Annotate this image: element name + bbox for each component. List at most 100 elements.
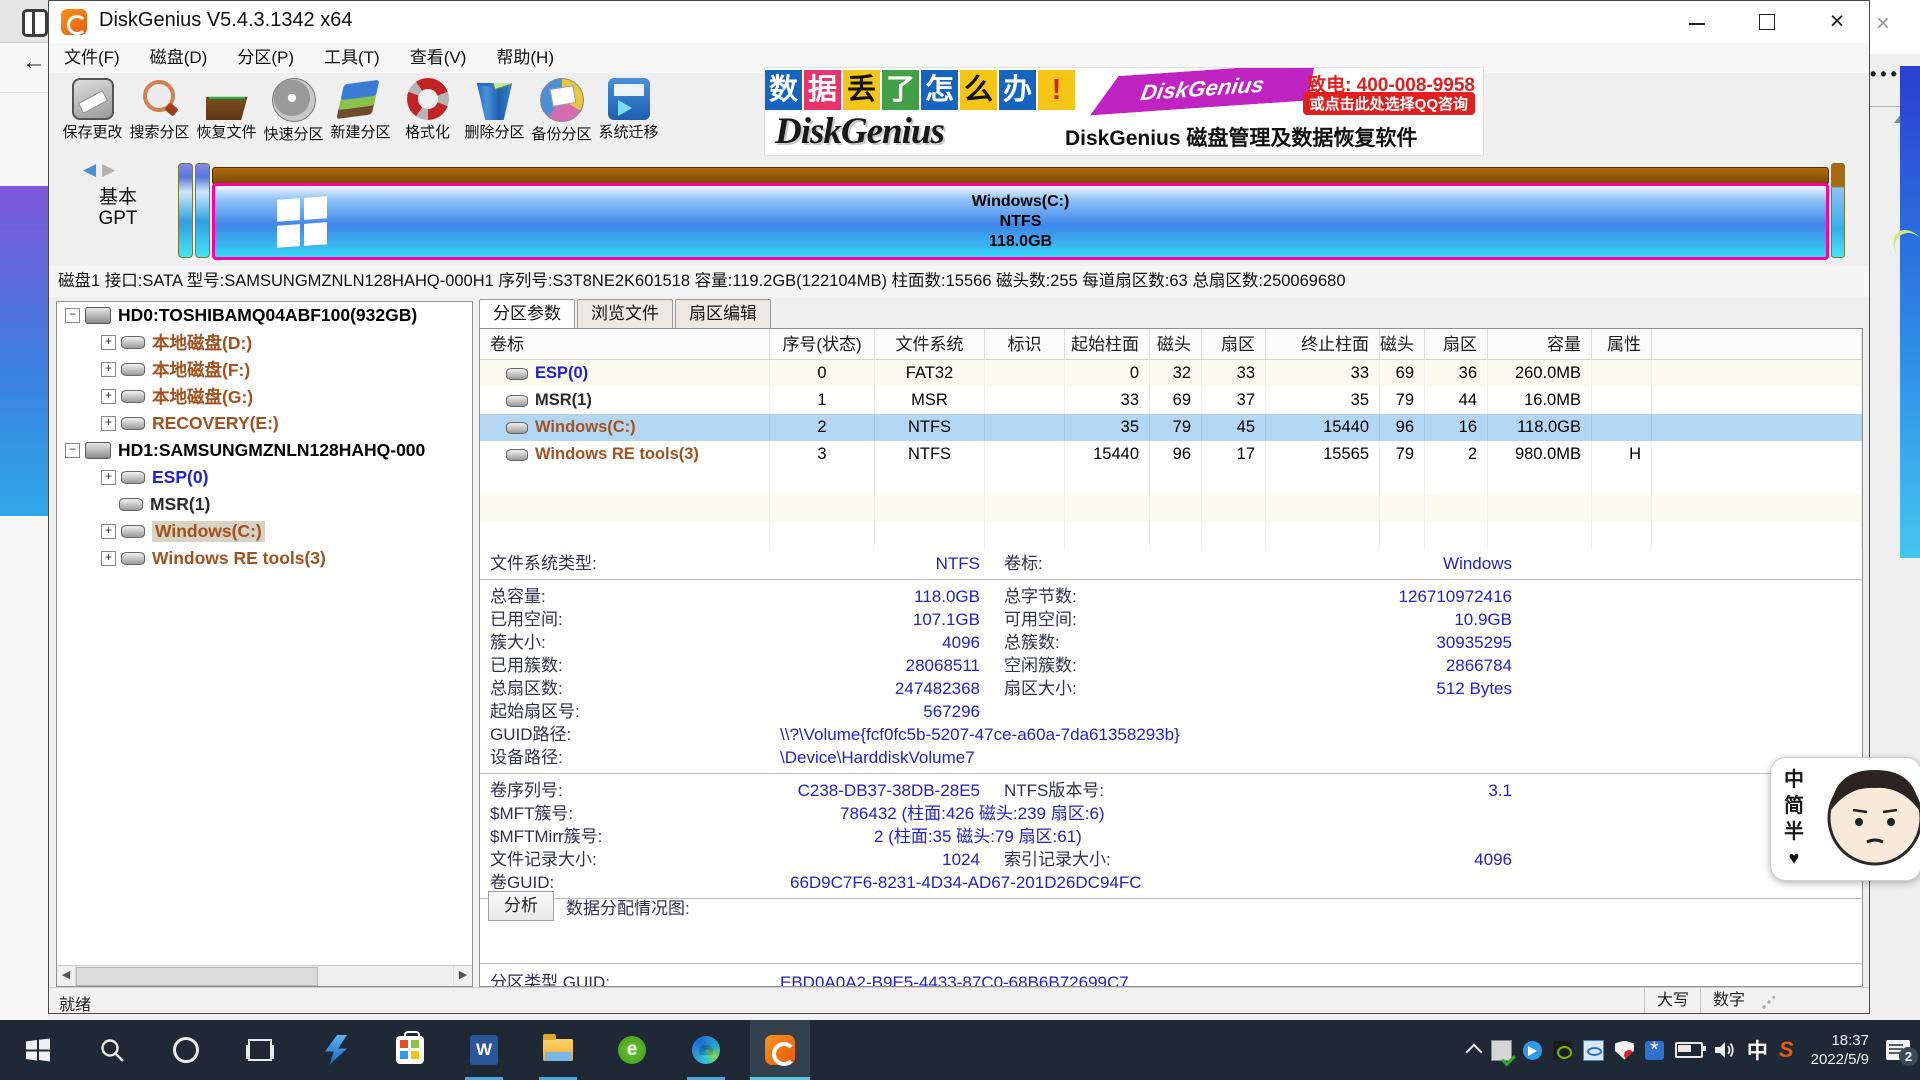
browser-360-button[interactable]: e <box>602 1020 662 1080</box>
close-button[interactable]: × <box>1819 7 1855 37</box>
tray-snowflake-icon[interactable]: * <box>1645 1041 1664 1060</box>
scroll-left-arrow[interactable]: ◀ <box>57 966 76 985</box>
tab-partition-params[interactable]: 分区参数 <box>479 299 575 329</box>
backup-partition-button[interactable]: 备份分区 <box>528 76 595 144</box>
tray-expand-chevron-icon[interactable] <box>1465 1044 1482 1061</box>
table-row-windows-re[interactable]: Windows RE tools(3) 3 NTFS 15440 96 17 1… <box>480 441 1862 468</box>
tray-battery-icon[interactable] <box>1675 1042 1703 1058</box>
task-view-button[interactable] <box>230 1020 290 1080</box>
tree-item-local-g[interactable]: +本地磁盘(G:) <box>57 383 472 410</box>
collapse-icon[interactable]: − <box>65 443 80 458</box>
edge-icon <box>692 1036 720 1064</box>
tray-ime-indicator[interactable]: 中 <box>1747 1035 1768 1065</box>
windows-partition-block[interactable]: Windows(C:) NTFS 118.0GB <box>212 183 1829 260</box>
resize-grip[interactable] <box>1761 996 1775 1010</box>
menu-file[interactable]: 文件(F) <box>49 43 135 73</box>
menu-help[interactable]: 帮助(H) <box>481 43 569 73</box>
flashget-button[interactable] <box>306 1020 366 1080</box>
tree-item-hd1[interactable]: −HD1:SAMSUNGMZNLN128HAHQ-000 <box>57 437 472 464</box>
background-window-left: ← <box>0 0 48 1020</box>
taskbar-search-button[interactable] <box>82 1020 142 1080</box>
scroll-right-arrow[interactable]: ▶ <box>453 966 472 985</box>
ime-lang-toggle[interactable]: 中 <box>1784 767 1804 793</box>
minimize-button[interactable] <box>1679 7 1715 37</box>
tree-item-msr[interactable]: MSR(1) <box>57 491 472 518</box>
menu-tools[interactable]: 工具(T) <box>309 43 395 73</box>
ad-brand-logo: DiskGenius <box>775 110 944 153</box>
tree-item-recovery-e[interactable]: +RECOVERY(E:) <box>57 410 472 437</box>
tree-item-hd0[interactable]: −HD0:TOSHIBAMQ04ABF100(932GB) <box>57 302 472 329</box>
expand-icon[interactable]: + <box>101 335 116 350</box>
expand-icon[interactable]: + <box>101 551 116 566</box>
more-options-icon[interactable]: ••• <box>1870 64 1901 85</box>
tray-security-shield-icon[interactable] <box>1615 1041 1634 1060</box>
recover-files-button[interactable]: 恢复文件 <box>193 76 260 144</box>
diskgenius-taskbar-button[interactable] <box>750 1020 810 1080</box>
maximize-button[interactable] <box>1749 7 1785 37</box>
taskbar-clock[interactable]: 18:37 2022/5/9 <box>1805 1031 1875 1069</box>
edge-button[interactable] <box>676 1020 736 1080</box>
expand-icon[interactable]: + <box>101 524 116 539</box>
partition-fs: NTFS <box>215 212 1826 232</box>
scrollbar-thumb[interactable] <box>76 967 318 986</box>
tab-sector-edit[interactable]: 扇区编辑 <box>675 299 771 328</box>
tree-item-windows-re[interactable]: +Windows RE tools(3) <box>57 545 472 572</box>
esp-partition-block[interactable] <box>178 163 193 258</box>
back-arrow-icon[interactable]: ← <box>22 50 46 74</box>
notification-center-button[interactable]: 2 <box>1886 1040 1910 1060</box>
quick-partition-button[interactable]: 快速分区 <box>260 76 327 144</box>
file-explorer-button[interactable] <box>528 1020 588 1080</box>
system-migration-button[interactable]: 系统迁移 <box>595 76 662 144</box>
table-row-windows-c[interactable]: Windows(C:) 2 NTFS 35 79 45 15440 96 16 … <box>480 414 1862 441</box>
expand-icon[interactable]: + <box>101 389 116 404</box>
delete-partition-button[interactable]: 删除分区 <box>461 76 528 144</box>
re-tools-partition-block[interactable] <box>1831 163 1845 258</box>
expand-icon[interactable]: + <box>101 470 116 485</box>
partition-icon <box>506 368 528 380</box>
analyze-button[interactable]: 分析 <box>488 891 554 921</box>
ime-halfwidth-toggle[interactable]: 半 <box>1784 819 1804 845</box>
tree-item-windows-c[interactable]: +Windows(C:) <box>57 518 472 545</box>
tray-update-check-icon[interactable] <box>1491 1040 1512 1061</box>
ad-qq-link[interactable]: 或点击此处选择QQ咨询 <box>1303 92 1475 115</box>
prev-disk-arrow-icon[interactable]: ◀ <box>83 160 96 179</box>
ad-banner[interactable]: 数 据 丢 了 怎 么 办 ! DiskGenius 致电: 400-008-9… <box>764 67 1484 156</box>
browser-e-icon: e <box>618 1036 646 1064</box>
next-disk-arrow-icon[interactable]: ▶ <box>102 160 115 179</box>
word-button[interactable]: W <box>454 1020 514 1080</box>
tray-volume-icon[interactable] <box>1714 1040 1736 1060</box>
menu-disk[interactable]: 磁盘(D) <box>135 43 223 73</box>
cortana-button[interactable] <box>156 1020 216 1080</box>
start-button[interactable] <box>8 1020 68 1080</box>
microsoft-store-button[interactable] <box>380 1020 440 1080</box>
table-row-esp[interactable]: ESP(0) 0 FAT32 0 32 33 33 69 36 260.0MB <box>480 360 1862 387</box>
tray-messenger-icon[interactable] <box>1523 1041 1542 1060</box>
tray-intel-graphics-icon[interactable] <box>1583 1040 1604 1061</box>
tab-browse-files[interactable]: 浏览文件 <box>577 299 673 328</box>
ime-simplified-toggle[interactable]: 简 <box>1784 793 1804 819</box>
collapse-icon[interactable]: − <box>65 308 80 323</box>
tree-item-local-d[interactable]: +本地磁盘(D:) <box>57 329 472 356</box>
caps-indicator: 大写 <box>1644 988 1701 1014</box>
expand-icon[interactable]: + <box>101 362 116 377</box>
tab-bar: 分区参数浏览文件扇区编辑 <box>479 299 773 328</box>
diskgenius-logo-icon <box>61 9 87 35</box>
window-title: DiskGenius V5.4.3.1342 x64 <box>99 9 353 32</box>
tray-nvidia-icon[interactable] <box>1553 1041 1572 1060</box>
tree-item-esp[interactable]: +ESP(0) <box>57 464 472 491</box>
tree-item-local-f[interactable]: +本地磁盘(F:) <box>57 356 472 383</box>
background-close-icon[interactable]: × <box>1876 10 1890 38</box>
tree-horizontal-scrollbar[interactable]: ◀ ▶ <box>57 965 472 986</box>
tray-sogou-icon[interactable]: S <box>1779 1037 1794 1063</box>
diskgenius-icon <box>765 1035 795 1065</box>
msr-partition-block[interactable] <box>195 163 210 258</box>
disk-type-label: 基本 <box>63 182 173 209</box>
table-row-msr[interactable]: MSR(1) 1 MSR 33 69 37 35 79 44 16.0MB <box>480 387 1862 414</box>
search-partition-button[interactable]: 搜索分区 <box>126 76 193 144</box>
expand-icon[interactable]: + <box>101 416 116 431</box>
save-changes-button[interactable]: 保存更改 <box>59 76 126 144</box>
menu-view[interactable]: 查看(V) <box>395 43 482 73</box>
format-button[interactable]: 格式化 <box>394 76 461 144</box>
new-partition-button[interactable]: 新建分区 <box>327 76 394 144</box>
menu-partition[interactable]: 分区(P) <box>222 43 309 73</box>
